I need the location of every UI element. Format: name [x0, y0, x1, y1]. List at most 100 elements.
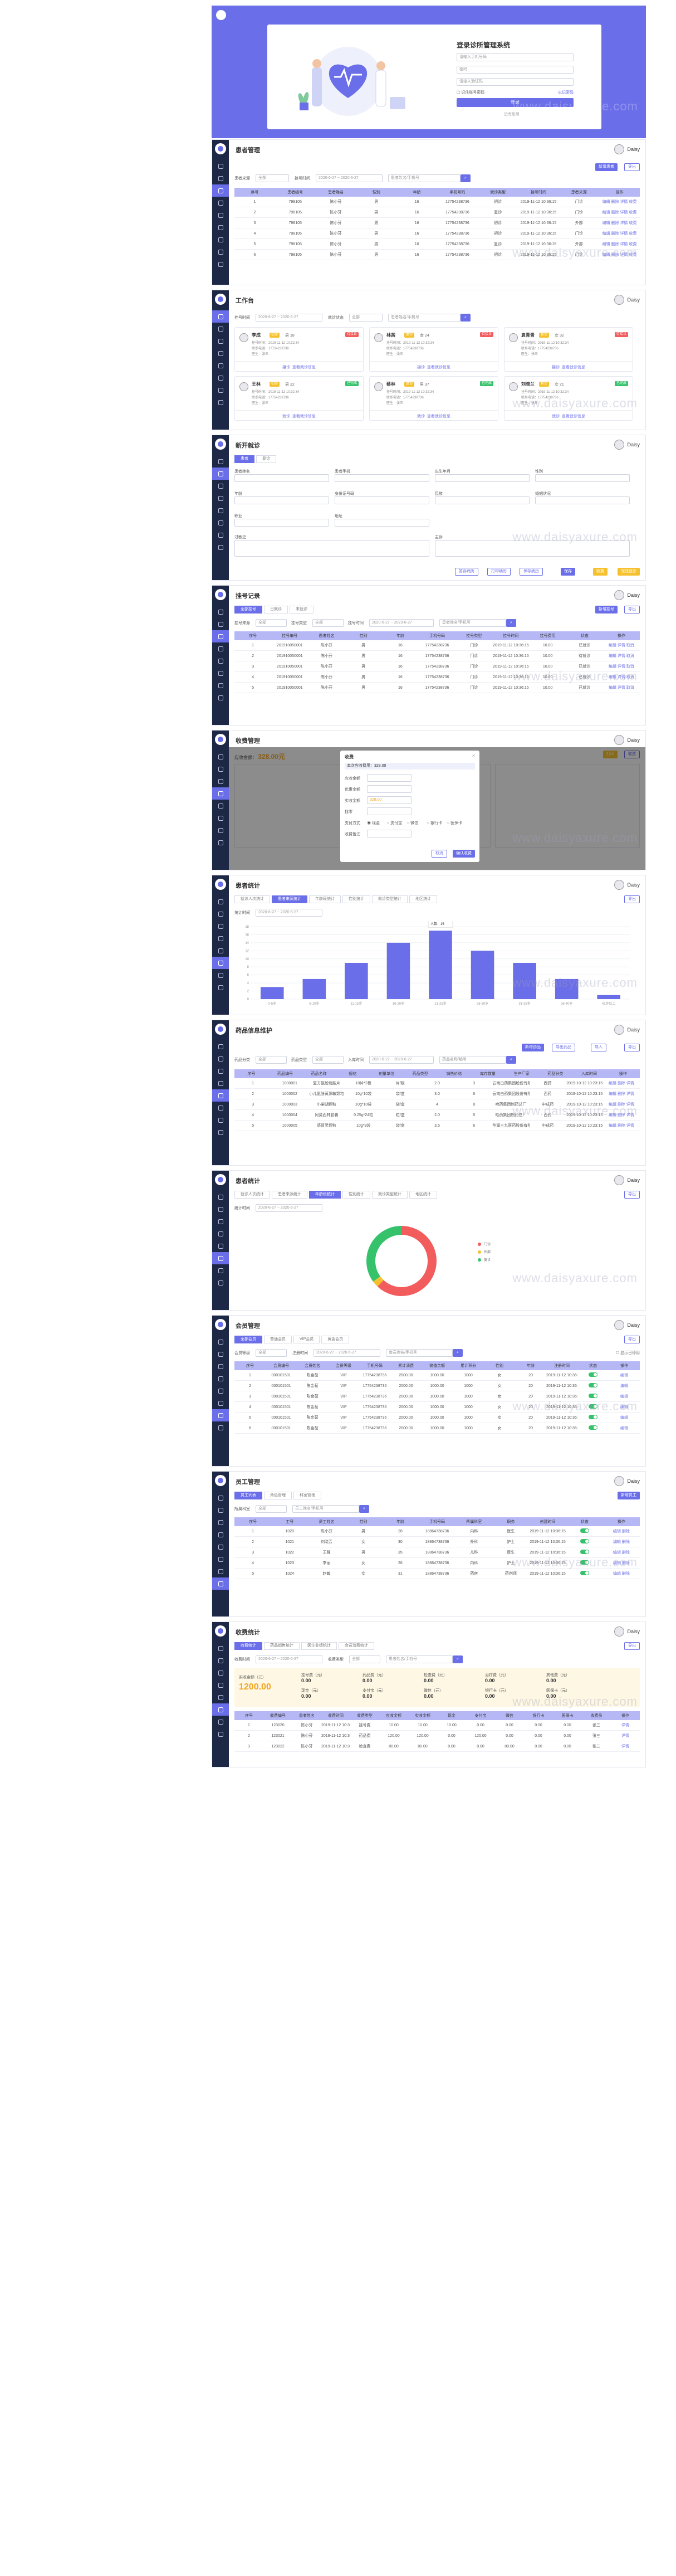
- nav-staff-icon[interactable]: [212, 396, 229, 408]
- nav-workbench-icon[interactable]: [212, 606, 229, 618]
- tab-not-visited[interactable]: 未就诊: [290, 606, 313, 613]
- bar[interactable]: [345, 963, 368, 999]
- add-drug-button[interactable]: 新增药品: [522, 1044, 544, 1051]
- row-actions[interactable]: 详情: [611, 1733, 640, 1739]
- row-actions[interactable]: 编辑 删除: [603, 1528, 640, 1534]
- type-select[interactable]: 全部: [312, 619, 344, 627]
- type-select[interactable]: 全部: [312, 1056, 344, 1064]
- tab-departments[interactable]: 科室管理: [293, 1492, 321, 1499]
- row-actions[interactable]: 编辑 删除 详情: [603, 1080, 640, 1086]
- nav-patients-icon[interactable]: [212, 618, 229, 630]
- user-menu[interactable]: Daisy: [614, 1476, 640, 1486]
- field-input[interactable]: [435, 496, 530, 504]
- nav-charge-icon[interactable]: [212, 1228, 229, 1240]
- row-actions[interactable]: 编辑 详情 取消: [603, 674, 640, 680]
- tab-age[interactable]: 年龄段统计: [309, 1191, 341, 1199]
- row-actions[interactable]: 编辑 删除 详情 收费: [599, 210, 640, 215]
- search-icon[interactable]: ⌕: [453, 1655, 463, 1663]
- nav-staff-icon[interactable]: [212, 1126, 229, 1138]
- field-input[interactable]: 328.00: [367, 796, 412, 804]
- status-toggle[interactable]: [580, 1550, 589, 1554]
- user-menu[interactable]: Daisy: [614, 735, 640, 745]
- date-range[interactable]: 2020-6-27 ~ 2020-6-27: [256, 314, 322, 322]
- tab-source[interactable]: 患者来源统计: [272, 895, 307, 903]
- source-select[interactable]: 全部: [256, 174, 289, 182]
- search-input[interactable]: 患者姓名/手机号: [388, 314, 461, 322]
- tab-doctor-performance[interactable]: 医生业绩统计: [301, 1642, 337, 1650]
- nav-charge-icon[interactable]: [212, 642, 229, 655]
- tab-gold[interactable]: 黄金会员: [321, 1336, 350, 1343]
- row-actions[interactable]: 编辑 详情 取消: [603, 685, 640, 690]
- row-actions[interactable]: 编辑 删除: [603, 1539, 640, 1545]
- status-toggle[interactable]: [589, 1425, 597, 1430]
- search-icon[interactable]: ⌕: [359, 1505, 369, 1513]
- search-icon[interactable]: ⌕: [506, 1056, 516, 1064]
- status-toggle[interactable]: [589, 1383, 597, 1387]
- user-menu[interactable]: Daisy: [614, 1320, 640, 1330]
- field-input[interactable]: [234, 496, 329, 504]
- nav-patients-icon[interactable]: [212, 1654, 229, 1667]
- nav-workbench-icon[interactable]: [212, 1040, 229, 1053]
- patient-card[interactable]: 王林 初诊 男 22 已完成 挂号时间：2019-11-12 10:32:34 联系电话：…: [234, 376, 364, 421]
- row-actions[interactable]: 编辑 删除 详情 收费: [599, 252, 640, 257]
- bar[interactable]: [302, 978, 326, 999]
- user-menu[interactable]: Daisy: [614, 1025, 640, 1035]
- nav-members-icon[interactable]: [212, 246, 229, 258]
- nav-workbench-icon[interactable]: [212, 1191, 229, 1203]
- row-actions[interactable]: 编辑: [609, 1415, 640, 1420]
- level-select[interactable]: 全部: [256, 1349, 287, 1357]
- nav-charge-icon[interactable]: [212, 787, 229, 800]
- nav-workbench-icon[interactable]: [212, 751, 229, 763]
- nav-drugs-icon[interactable]: [212, 359, 229, 372]
- date-range[interactable]: 2020-6-27 ~ 2020-6-27: [256, 909, 322, 917]
- field-input[interactable]: [435, 474, 530, 482]
- date-range[interactable]: 2020-6-27 ~ 2020-6-27: [256, 1655, 322, 1663]
- nav-patients-icon[interactable]: [212, 1203, 229, 1215]
- nav-charge-icon[interactable]: [212, 932, 229, 944]
- donut-slice[interactable]: [373, 1276, 384, 1287]
- row-actions[interactable]: 编辑 删除 详情: [603, 1091, 640, 1097]
- nav-stats-icon[interactable]: [212, 667, 229, 679]
- bar[interactable]: [513, 963, 536, 999]
- export-drug-button[interactable]: 导出药品: [552, 1044, 575, 1051]
- field-input[interactable]: [234, 540, 429, 557]
- tab-visit-type[interactable]: 就诊类型统计: [372, 895, 408, 903]
- row-actions[interactable]: 编辑 删除 详情: [603, 1102, 640, 1107]
- add-staff-button[interactable]: 新增员工: [618, 1492, 640, 1499]
- patient-card[interactable]: 李成 初诊 男 18 待接诊 挂号时间：2019-11-12 10:32:34 联系电话：…: [234, 327, 364, 372]
- nav-registration-icon[interactable]: [212, 775, 229, 787]
- date-range[interactable]: 2020-6-27 ~ 2020-6-27: [316, 174, 383, 182]
- pay-method-radio[interactable]: ○ 支付宝: [387, 820, 402, 826]
- tab-visit-type[interactable]: 就诊类型统计: [372, 1191, 408, 1199]
- category-select[interactable]: 全部: [256, 1056, 287, 1064]
- user-menu[interactable]: Daisy: [614, 1627, 640, 1637]
- nav-members-icon[interactable]: [212, 824, 229, 836]
- nav-patients-icon[interactable]: [212, 1348, 229, 1360]
- nav-patients-icon[interactable]: [212, 1504, 229, 1516]
- visit-action-button[interactable]: 保存: [561, 568, 575, 576]
- nav-stats-icon[interactable]: [212, 233, 229, 246]
- field-input[interactable]: [367, 807, 412, 815]
- nav-home-icon[interactable]: [212, 160, 229, 172]
- row-actions[interactable]: 编辑 删除 详情 收费: [599, 231, 640, 236]
- login-button[interactable]: 登录: [457, 98, 574, 107]
- status-toggle[interactable]: [580, 1560, 589, 1565]
- patient-card[interactable]: 蔡林 复诊 男 37 已完成 挂号时间：2019-11-12 10:32:34 联系电话：…: [369, 376, 498, 421]
- tab-drug-sales[interactable]: 药品销售统计: [264, 1642, 300, 1650]
- search-input[interactable]: 药品名称/编号: [439, 1056, 506, 1064]
- row-actions[interactable]: 编辑 详情 取消: [603, 642, 640, 648]
- nav-drugs-icon[interactable]: [212, 1541, 229, 1553]
- user-menu[interactable]: Daisy: [614, 295, 640, 305]
- field-input[interactable]: [234, 474, 329, 482]
- export-button[interactable]: 导出: [624, 1336, 640, 1343]
- field-input[interactable]: [335, 519, 429, 527]
- nav-staff-icon[interactable]: [212, 1577, 229, 1590]
- nav-patients-icon[interactable]: [212, 763, 229, 775]
- nav-drugs-icon[interactable]: [212, 944, 229, 957]
- row-actions[interactable]: 编辑 删除 详情 收费: [599, 241, 640, 247]
- field-input[interactable]: [367, 830, 412, 837]
- nav-workbench-icon[interactable]: [212, 172, 229, 184]
- search-input[interactable]: 患者姓名/手机号: [388, 174, 461, 182]
- user-menu[interactable]: Daisy: [614, 1175, 640, 1185]
- user-menu[interactable]: Daisy: [614, 590, 640, 600]
